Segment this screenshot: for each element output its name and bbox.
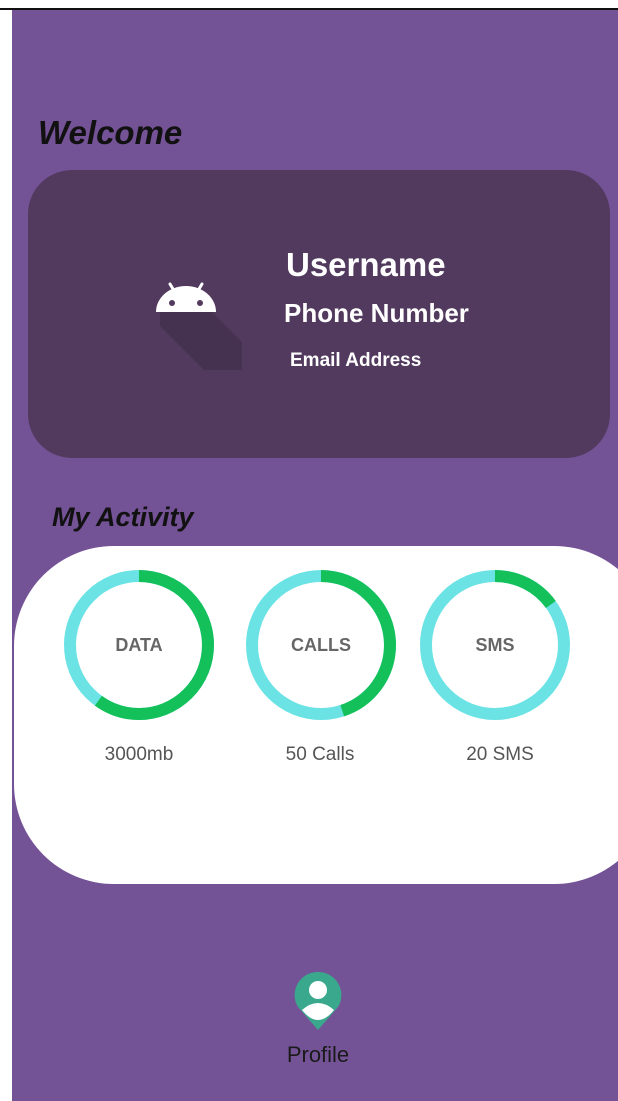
profile-card[interactable]: Username Phone Number Email Address: [28, 170, 610, 458]
sms-usage-value: 20 SMS: [466, 744, 534, 765]
activity-card: DATA 3000mb CALLS 50 Calls SMS 20 SMS: [14, 546, 618, 884]
phone-number-text: Phone Number: [284, 298, 469, 328]
data-usage-value: 3000mb: [104, 744, 174, 765]
sms-usage-gauge[interactable]: SMS: [418, 568, 572, 722]
home-screen: Welcome Username Phone Number Email Addr…: [12, 10, 618, 1101]
email-address-text: Email Address: [290, 350, 422, 371]
calls-usage-value: 50 Calls: [285, 744, 355, 765]
sms-gauge-label: SMS: [475, 634, 515, 655]
activity-section-title: My Activity: [52, 502, 194, 532]
data-usage-gauge[interactable]: DATA: [62, 568, 216, 722]
data-gauge-label: DATA: [115, 634, 163, 655]
page-title: Welcome: [38, 114, 183, 151]
bottom-nav-profile[interactable]: Profile: [268, 970, 368, 1090]
username-text: Username: [286, 246, 446, 283]
profile-nav-label: Profile: [286, 1042, 350, 1067]
person-pin-icon: [294, 971, 342, 1030]
android-icon: [146, 274, 242, 370]
calls-usage-gauge[interactable]: CALLS: [244, 568, 398, 722]
calls-gauge-label: CALLS: [291, 634, 351, 655]
